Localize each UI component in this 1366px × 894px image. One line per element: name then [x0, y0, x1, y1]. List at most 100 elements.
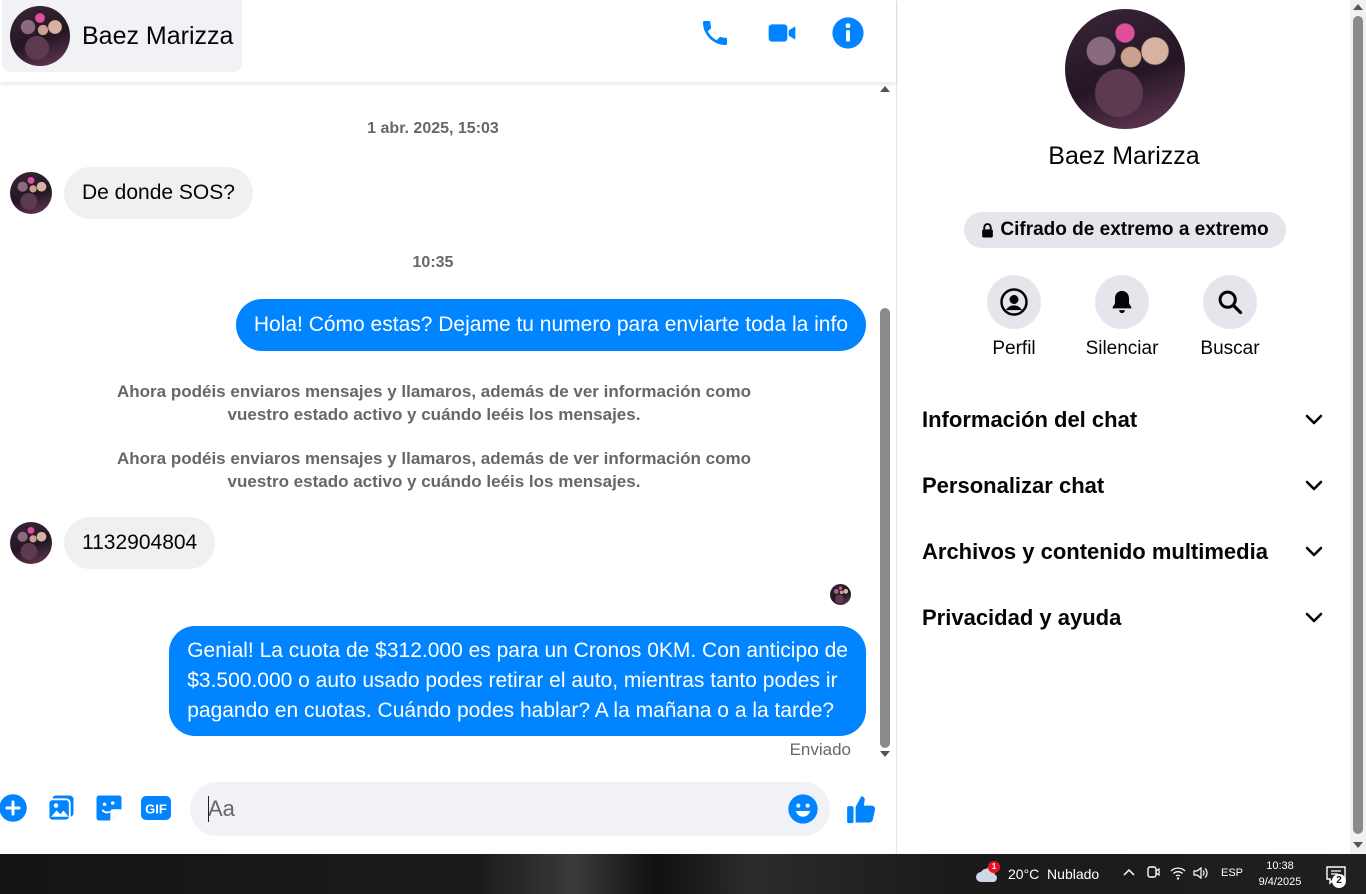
profile-name: Baez Marizza — [1048, 142, 1200, 170]
message-text-line: $3.500.000 o auto usado podes retirar el… — [187, 669, 838, 692]
section-label: Personalizar chat — [922, 473, 1105, 498]
phone-icon — [703, 21, 727, 45]
emoji-button[interactable] — [786, 792, 820, 826]
message-composer: GIF — [0, 776, 896, 842]
video-camera-icon — [768, 24, 796, 42]
header-contact[interactable]: Baez Marizza — [2, 0, 242, 72]
message-list[interactable]: 1 abr. 2025, 15:03 De donde SOS? 10:35 H… — [0, 82, 878, 768]
clock-time: 10:38 — [1266, 860, 1294, 872]
chevron-down-icon — [1305, 546, 1323, 557]
profile-action-button[interactable]: Perfil — [959, 275, 1069, 360]
scroll-down-arrow-icon[interactable] — [1353, 842, 1363, 848]
photo-icon — [47, 795, 74, 822]
section-label: Archivos y contenido multimedia — [922, 539, 1268, 564]
message-input[interactable] — [208, 792, 768, 826]
windows-taskbar: 1 20°C Nublado ESP 10:38 9/4/2025 2 — [0, 854, 1366, 894]
profile-action-label: Perfil — [992, 338, 1036, 359]
incoming-message-bubble[interactable]: 1132904804 — [64, 517, 216, 569]
search-action-label: Buscar — [1200, 338, 1260, 359]
sender-avatar[interactable] — [10, 522, 52, 564]
section-privacy-help[interactable]: Privacidad y ayuda — [907, 593, 1337, 643]
incoming-message-bubble[interactable]: De donde SOS? — [64, 167, 253, 219]
scroll-up-arrow-icon[interactable] — [1353, 4, 1363, 10]
chevron-down-icon — [1305, 612, 1323, 623]
show-hidden-icons-icon[interactable] — [1122, 865, 1136, 879]
audio-call-button[interactable] — [697, 15, 733, 51]
scroll-thumb[interactable] — [880, 308, 890, 748]
message-text-line: pagando en cuotas. Cuándo podes hablar? … — [187, 699, 835, 722]
section-customize-chat[interactable]: Personalizar chat — [907, 461, 1337, 511]
scroll-down-arrow-icon[interactable] — [880, 751, 890, 757]
section-chat-info[interactable]: Información del chat — [907, 395, 1337, 445]
system-notice-line: Ahora podéis enviaros mensajes y llamaro… — [117, 449, 751, 468]
timestamp: 1 abr. 2025, 15:03 — [367, 120, 499, 137]
mute-action-circle[interactable] — [1095, 275, 1149, 329]
more-actions-button[interactable] — [0, 792, 29, 824]
text-cursor — [208, 796, 209, 822]
system-notice-line: Ahora podéis enviaros mensajes y llamaro… — [117, 382, 751, 401]
profile-icon — [1000, 288, 1028, 316]
weather-widget[interactable]: 1 20°C Nublado — [974, 861, 1100, 884]
send-like-button[interactable] — [843, 790, 881, 828]
search-action-circle[interactable] — [1203, 275, 1257, 329]
sticker-button[interactable] — [93, 792, 125, 824]
message-input-container[interactable] — [190, 782, 830, 836]
video-call-button[interactable] — [764, 15, 800, 51]
plus-icon — [0, 794, 27, 822]
emoji-icon — [788, 794, 818, 824]
outgoing-message-bubble[interactable]: Hola! Cómo estas? Dejame tu numero para … — [235, 299, 866, 351]
messenger-window: Baez Marizza 1 abr. 2025, 15:03 De donde… — [0, 0, 1366, 854]
lock-icon — [982, 222, 994, 237]
page-scrollbar[interactable] — [1350, 0, 1366, 854]
volume-icon[interactable] — [1192, 865, 1208, 881]
sender-avatar[interactable] — [10, 172, 52, 214]
weather-text: 20°C Nublado — [1008, 866, 1100, 882]
encryption-badge[interactable]: Cifrado de extremo a extremo — [964, 212, 1286, 248]
read-receipt-avatar — [830, 584, 851, 605]
message-scrollbar[interactable] — [878, 82, 892, 768]
input-language[interactable]: ESP — [1221, 867, 1243, 879]
message-status: Enviado — [789, 740, 851, 759]
chat-pane: Baez Marizza 1 abr. 2025, 15:03 De donde… — [0, 0, 896, 854]
chat-header: Baez Marizza — [0, 0, 896, 82]
profile-action-circle[interactable] — [987, 275, 1041, 329]
clock-date: 9/4/2025 — [1258, 876, 1302, 888]
section-label: Privacidad y ayuda — [922, 605, 1122, 630]
conversation-details-pane: Baez Marizza Cifrado de extremo a extrem… — [896, 0, 1350, 854]
system-notice: Ahora podéis enviaros mensajes y llamaro… — [110, 380, 758, 426]
search-action-button[interactable]: Buscar — [1175, 275, 1285, 360]
contact-name[interactable]: Baez Marizza — [82, 22, 233, 51]
message-text: Hola! Cómo estas? Dejame tu numero para … — [253, 313, 848, 336]
page-scroll-thumb[interactable] — [1353, 16, 1363, 834]
system-notice-line: vuestro estado activo y cuándo leéis los… — [227, 405, 641, 424]
search-icon — [1218, 290, 1243, 315]
meet-now-icon[interactable] — [1146, 865, 1160, 881]
profile-avatar[interactable] — [1065, 9, 1185, 129]
gif-button[interactable]: GIF — [140, 792, 172, 824]
system-notice-line: vuestro estado activo y cuándo leéis los… — [227, 472, 641, 491]
mute-action-button[interactable]: Silenciar — [1067, 275, 1177, 360]
section-label: Información del chat — [922, 407, 1138, 432]
system-notice: Ahora podéis enviaros mensajes y llamaro… — [110, 447, 758, 493]
system-clock[interactable]: 10:38 9/4/2025 — [1248, 858, 1312, 890]
section-files-media[interactable]: Archivos y contenido multimedia — [907, 527, 1337, 577]
chevron-down-icon — [1305, 414, 1323, 425]
scroll-up-arrow-icon[interactable] — [880, 86, 890, 92]
wifi-icon[interactable] — [1170, 865, 1186, 881]
conversation-info-button[interactable] — [830, 15, 866, 51]
contact-avatar[interactable] — [10, 6, 70, 66]
weather-alert-badge: 1 — [988, 861, 1000, 873]
encryption-badge-label: Cifrado de extremo a extremo — [1000, 219, 1269, 240]
message-row-incoming: 1132904804 — [10, 517, 216, 569]
gif-label: GIF — [145, 802, 167, 817]
message-text-line: Genial! La cuota de $312.000 es para un … — [187, 639, 848, 662]
notification-count-badge: 2 — [1332, 874, 1346, 888]
sticker-icon — [96, 795, 122, 821]
bell-icon — [1112, 290, 1132, 314]
message-row-incoming: De donde SOS? — [10, 167, 253, 219]
attach-photo-button[interactable] — [45, 792, 77, 824]
timestamp: 10:35 — [412, 254, 454, 271]
gif-icon: GIF — [141, 796, 171, 820]
chevron-down-icon — [1305, 480, 1323, 491]
outgoing-message-bubble[interactable]: Genial! La cuota de $312.000 es para un … — [169, 626, 866, 736]
